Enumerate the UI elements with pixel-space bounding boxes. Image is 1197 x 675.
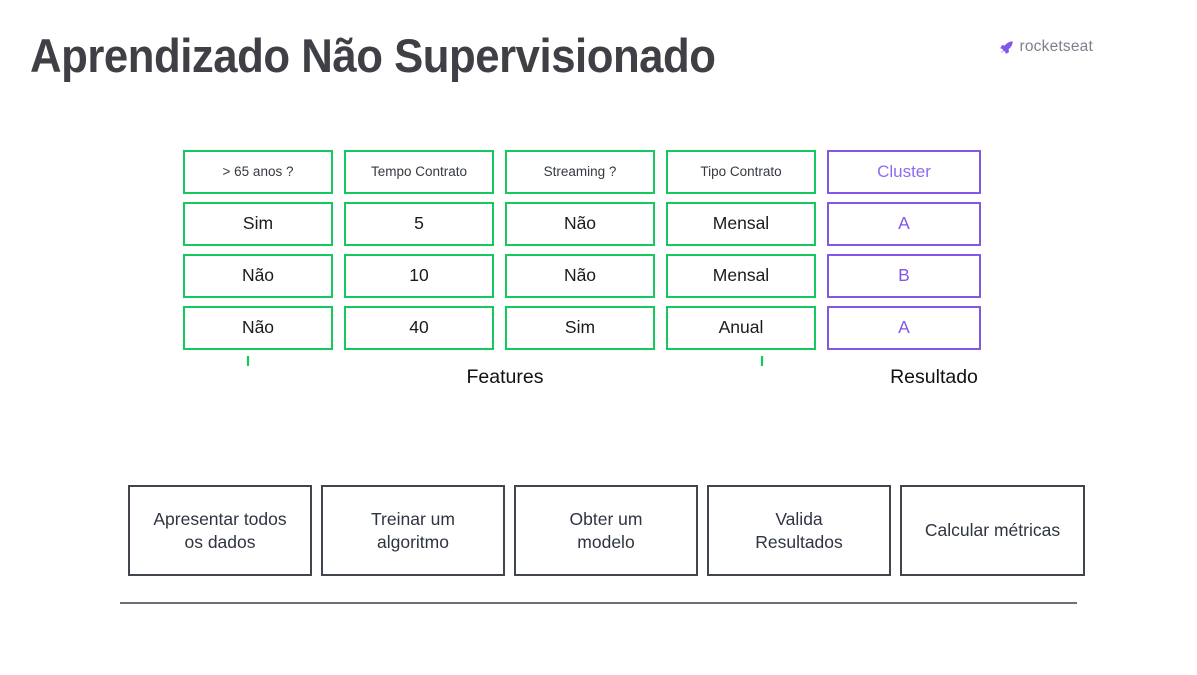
dataset-table: > 65 anos ? Tempo Contrato Streaming ? T… bbox=[183, 150, 1013, 350]
brand-logo: rocketseat bbox=[999, 38, 1093, 56]
slide-canvas: Aprendizado Não Supervisionado rocketsea… bbox=[0, 0, 1197, 675]
brand-name: rocketseat bbox=[1019, 38, 1093, 55]
table-cell: Não bbox=[183, 254, 333, 298]
process-step-4[interactable]: Valida Resultados bbox=[707, 485, 891, 576]
table-cell: Sim bbox=[183, 202, 333, 246]
column-header-feature-2: Tempo Contrato bbox=[344, 150, 494, 194]
table-cell: Sim bbox=[505, 306, 655, 350]
table-cell-cluster: B bbox=[827, 254, 981, 298]
footer-divider bbox=[120, 602, 1077, 604]
process-step-1[interactable]: Apresentar todos os dados bbox=[128, 485, 312, 576]
column-header-cluster: Cluster bbox=[827, 150, 981, 194]
process-step-3[interactable]: Obter um modelo bbox=[514, 485, 698, 576]
table-cell: Mensal bbox=[666, 202, 816, 246]
result-group-label: Resultado bbox=[890, 366, 978, 388]
page-title: Aprendizado Não Supervisionado bbox=[30, 29, 716, 82]
process-step-2[interactable]: Treinar um algoritmo bbox=[321, 485, 505, 576]
table-row: Não 40 Sim Anual A bbox=[183, 306, 1013, 350]
table-cell-cluster: A bbox=[827, 306, 981, 350]
column-header-feature-1: > 65 anos ? bbox=[183, 150, 333, 194]
table-row: Sim 5 Não Mensal A bbox=[183, 202, 1013, 246]
process-flow: Apresentar todos os dados Treinar um alg… bbox=[128, 485, 1085, 576]
table-cell: Não bbox=[183, 306, 333, 350]
process-step-5[interactable]: Calcular métricas bbox=[900, 485, 1085, 576]
table-cell: Mensal bbox=[666, 254, 816, 298]
table-cell: Não bbox=[505, 254, 655, 298]
table-header-row: > 65 anos ? Tempo Contrato Streaming ? T… bbox=[183, 150, 1013, 194]
table-cell-cluster: A bbox=[827, 202, 981, 246]
table-cell: 10 bbox=[344, 254, 494, 298]
table-cell: 40 bbox=[344, 306, 494, 350]
table-cell: Não bbox=[505, 202, 655, 246]
rocket-icon bbox=[999, 40, 1014, 55]
features-bracket-icon bbox=[246, 356, 764, 382]
table-cell: 5 bbox=[344, 202, 494, 246]
table-cell: Anual bbox=[666, 306, 816, 350]
table-row: Não 10 Não Mensal B bbox=[183, 254, 1013, 298]
column-header-feature-3: Streaming ? bbox=[505, 150, 655, 194]
column-header-feature-4: Tipo Contrato bbox=[666, 150, 816, 194]
